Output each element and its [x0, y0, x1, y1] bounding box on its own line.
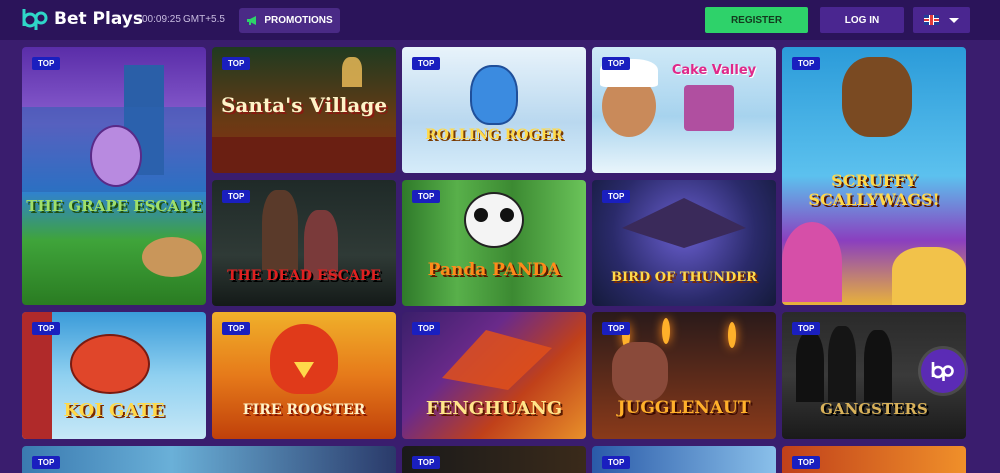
- language-selector[interactable]: [913, 7, 970, 33]
- chevron-down-icon: [949, 17, 959, 23]
- top-badge: TOP: [602, 322, 631, 335]
- bet-plays-logo-icon: [931, 362, 954, 381]
- promotions-button[interactable]: PROMOTIONS: [239, 8, 340, 33]
- game-tile-scruffy-scallywags[interactable]: SCRUFFY SCALLYWAGS! TOP: [782, 47, 966, 305]
- game-tile-fire-rooster[interactable]: FIRE ROOSTER TOP: [212, 312, 396, 439]
- top-badge: TOP: [412, 322, 441, 335]
- game-tile-dead-escape[interactable]: THE DEAD ESCAPE TOP: [212, 180, 396, 306]
- timezone: GMT+5.5: [183, 14, 225, 25]
- top-badge: TOP: [792, 322, 821, 335]
- game-title: Cake Valley: [671, 63, 757, 78]
- game-tile-bird-of-thunder[interactable]: BIRD OF THUNDER TOP: [592, 180, 776, 306]
- top-badge: TOP: [32, 456, 61, 469]
- login-button[interactable]: LOG IN: [820, 7, 904, 33]
- brand-name: Bet Plays: [54, 9, 143, 29]
- game-title: Santa's Village: [220, 93, 388, 117]
- game-title: JUGGLENAUT: [617, 398, 751, 418]
- game-tile-grape-escape[interactable]: THE GRAPE ESCAPE TOP: [22, 47, 206, 305]
- top-header: Bet Plays 00:09:25 GMT+5.5 PROMOTIONS RE…: [0, 0, 1000, 40]
- game-tile-row4-1[interactable]: TOP: [22, 446, 396, 473]
- top-badge: TOP: [32, 322, 61, 335]
- bet-plays-logo-icon: [22, 9, 48, 30]
- top-badge: TOP: [602, 456, 631, 469]
- floating-help-button[interactable]: [921, 349, 965, 393]
- top-badge: TOP: [602, 57, 631, 70]
- game-tile-rolling-roger[interactable]: ROLLING ROGER TOP: [402, 47, 586, 173]
- game-title: FENGHUANG: [425, 398, 563, 419]
- top-badge: TOP: [412, 57, 441, 70]
- game-tile-cake-valley[interactable]: Cake Valley TOP: [592, 47, 776, 173]
- game-title: ROLLING ROGER: [425, 127, 563, 143]
- game-title: THE GRAPE ESCAPE: [26, 197, 202, 215]
- register-button[interactable]: REGISTER: [705, 7, 808, 33]
- top-badge: TOP: [222, 322, 251, 335]
- promotions-label: PROMOTIONS: [264, 15, 333, 26]
- game-title: THE DEAD ESCAPE: [227, 268, 381, 284]
- top-badge: TOP: [602, 190, 631, 203]
- game-tile-jugglenaut[interactable]: JUGGLENAUT TOP: [592, 312, 776, 439]
- top-badge: TOP: [412, 456, 441, 469]
- game-tile-panda-panda[interactable]: Panda PANDA TOP: [402, 180, 586, 306]
- game-tile-row4-3[interactable]: TOP: [592, 446, 776, 473]
- top-badge: TOP: [222, 57, 251, 70]
- game-title: BIRD OF THUNDER: [611, 270, 757, 285]
- top-badge: TOP: [412, 190, 441, 203]
- game-tile-row4-2[interactable]: TOP: [402, 446, 586, 473]
- top-badge: TOP: [792, 456, 821, 469]
- game-tile-row4-4[interactable]: TOP: [782, 446, 966, 473]
- game-tile-santas-village[interactable]: Santa's Village TOP: [212, 47, 396, 173]
- megaphone-icon: [247, 16, 257, 25]
- game-title: Panda PANDA: [427, 260, 561, 280]
- top-badge: TOP: [32, 57, 61, 70]
- game-tile-fenghuang[interactable]: FENGHUANG TOP: [402, 312, 586, 439]
- game-tile-koi-gate[interactable]: KOI GATE TOP: [22, 312, 206, 439]
- uk-flag-icon: [924, 15, 939, 25]
- game-title: SCRUFFY SCALLYWAGS!: [808, 171, 940, 209]
- top-badge: TOP: [792, 57, 821, 70]
- clock: 00:09:25: [142, 14, 181, 25]
- brand-logo[interactable]: Bet Plays: [22, 7, 143, 31]
- top-badge: TOP: [222, 190, 251, 203]
- game-title: FIRE ROOSTER: [242, 402, 366, 418]
- game-title: GANGSTERS: [820, 400, 928, 418]
- game-title: KOI GATE: [63, 400, 165, 421]
